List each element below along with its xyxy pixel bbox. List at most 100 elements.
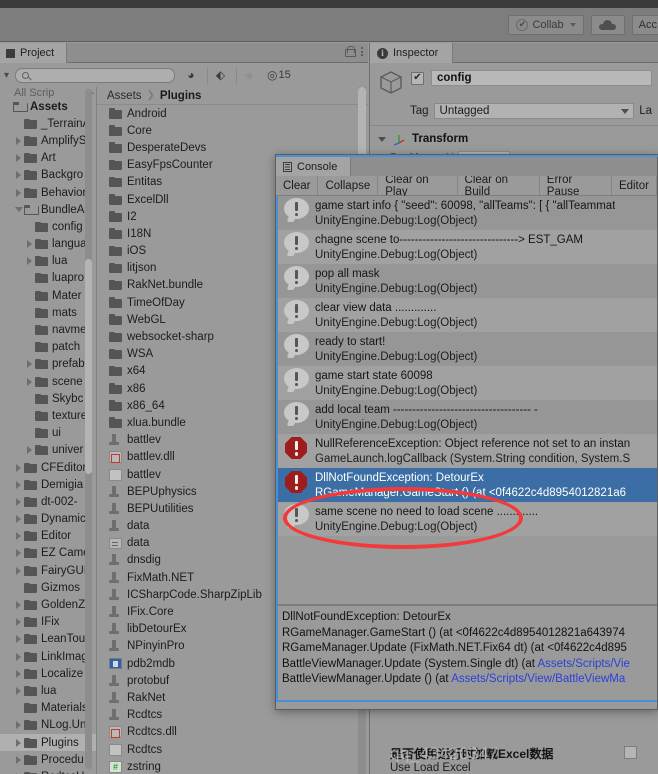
filter-by-type-button[interactable]: ◕: [178, 67, 204, 84]
tree-item-ui[interactable]: ui: [0, 425, 96, 442]
tree-item--terraina[interactable]: _TerrainA: [0, 115, 96, 132]
console-log-entry[interactable]: clear view data ............. UnityEngine…: [278, 298, 657, 332]
expand-arrow-icon[interactable]: [13, 601, 24, 610]
tree-item-dynamic[interactable]: Dynamic: [0, 511, 96, 528]
tree-item-prefab[interactable]: prefab: [0, 356, 96, 373]
expand-arrow-icon[interactable]: [13, 686, 24, 695]
tree-item-art[interactable]: Art: [0, 150, 96, 167]
tree-item-patch[interactable]: patch: [0, 339, 96, 356]
console-log-entry[interactable]: add local team -------------------------…: [278, 400, 657, 434]
tree-item-langua[interactable]: langua: [0, 236, 96, 253]
tree-item-goldenz[interactable]: GoldenZ: [0, 596, 96, 613]
expand-arrow-icon[interactable]: [24, 257, 35, 266]
expand-arrow-icon[interactable]: [13, 669, 24, 678]
stack-trace-link[interactable]: Assets/Scripts/Vie: [537, 658, 629, 670]
breadcrumb-root[interactable]: Assets: [107, 90, 142, 102]
hidden-packages-toggle[interactable]: ◎ 15: [265, 69, 291, 81]
collab-button[interactable]: ✔ Collab: [508, 14, 584, 35]
chevron-down-icon[interactable]: [378, 136, 386, 142]
tree-item-univer[interactable]: univer: [0, 442, 96, 459]
expand-arrow-icon[interactable]: [24, 360, 35, 369]
expand-arrow-icon[interactable]: [13, 497, 24, 506]
tree-item-nlog-un[interactable]: NLog.Un: [0, 717, 96, 734]
more-options-icon[interactable]: [361, 47, 363, 56]
expand-arrow-icon[interactable]: [13, 618, 24, 627]
search-input[interactable]: [15, 67, 176, 83]
tab-inspector[interactable]: i Inspector: [370, 43, 454, 63]
lock-icon[interactable]: [345, 46, 356, 57]
console-clear-on-build-button[interactable]: Clear on Build: [458, 174, 540, 198]
object-name-field[interactable]: config: [431, 70, 652, 86]
expand-arrow-icon[interactable]: [13, 154, 24, 163]
console-clear-button[interactable]: Clear: [276, 176, 319, 195]
expand-arrow-icon[interactable]: [13, 566, 24, 575]
console-detail-pane[interactable]: DllNotFoundException: DetourEx RGameManag…: [276, 604, 657, 702]
tree-item-localize[interactable]: Localize: [0, 665, 96, 682]
tree-item-plugins[interactable]: Plugins: [0, 733, 96, 752]
list-item[interactable]: Core: [97, 122, 368, 139]
expand-arrow-icon[interactable]: [24, 377, 35, 386]
tree-item-mater[interactable]: Mater: [0, 287, 96, 304]
tree-item-lua[interactable]: lua: [0, 682, 96, 699]
expand-arrow-icon[interactable]: [13, 652, 24, 661]
account-button[interactable]: Acc: [631, 14, 658, 35]
tree-item-leantou[interactable]: LeanTou: [0, 631, 96, 648]
console-log-entry[interactable]: chagne scene to-------------------------…: [278, 230, 657, 264]
tree-item-cfeditor[interactable]: CFEditor: [0, 459, 96, 476]
tree-scrollbar-thumb[interactable]: [85, 259, 92, 474]
tab-project[interactable]: Project: [0, 43, 68, 63]
tree-item-assets[interactable]: Assets: [0, 98, 96, 115]
tree-item-ifix[interactable]: IFix: [0, 614, 96, 631]
collapse-arrow-icon[interactable]: [13, 207, 24, 213]
project-folder-tree[interactable]: All Scrip Assets _TerrainA AmplifyS Art Back…: [0, 87, 96, 774]
expand-arrow-icon[interactable]: [13, 635, 24, 644]
expand-arrow-icon[interactable]: [13, 755, 24, 764]
tree-item-mats[interactable]: mats: [0, 304, 96, 321]
tab-console[interactable]: Console: [276, 157, 352, 176]
console-error-pause-button[interactable]: Error Pause: [540, 174, 612, 198]
tree-item-dt-002-[interactable]: dt-002-: [0, 493, 96, 510]
tree-item-fairygui[interactable]: FairyGUI: [0, 562, 96, 579]
tree-item-behavior[interactable]: Behavior: [0, 184, 96, 201]
list-item[interactable]: # zstring: [97, 758, 368, 774]
filter-by-label-button[interactable]: ⬖: [207, 66, 233, 84]
object-enabled-checkbox[interactable]: ✔: [411, 71, 424, 85]
tree-item-navme[interactable]: navme: [0, 321, 96, 338]
tree-item-procedu[interactable]: Procedu: [0, 751, 96, 768]
console-log-entry[interactable]: DllNotFoundException: DetourEx RGameManag…: [278, 468, 657, 502]
tree-item-linkimag[interactable]: LinkImag: [0, 648, 96, 665]
expand-arrow-icon[interactable]: [13, 721, 24, 730]
tree-item-gizmos[interactable]: Gizmos: [0, 579, 96, 596]
console-clear-on-play-button[interactable]: Clear on Play: [378, 174, 458, 198]
list-item[interactable]: Rcdtcs: [97, 741, 368, 758]
tree-item-ez-came[interactable]: EZ Came: [0, 545, 96, 562]
console-log-entry[interactable]: NullReferenceException: Object reference…: [278, 434, 657, 468]
console-log-entry[interactable]: ready to start! UnityEngine.Debug:Log(Obj…: [278, 332, 657, 366]
expand-arrow-icon[interactable]: [13, 549, 24, 558]
use-load-excel-checkbox[interactable]: [624, 746, 637, 759]
tree-item-rcdtcsu[interactable]: RcdtcsU: [0, 768, 96, 774]
tree-item-editor[interactable]: Editor: [0, 528, 96, 545]
expand-arrow-icon[interactable]: [13, 463, 24, 472]
console-log-entry[interactable]: pop all mask UnityEngine.Debug:Log(Object…: [278, 264, 657, 298]
favorites-dropdown[interactable]: ▾: [3, 70, 9, 81]
tree-item-scene[interactable]: scene: [0, 373, 96, 390]
console-editor-button[interactable]: Editor: [612, 176, 657, 195]
expand-arrow-icon[interactable]: [13, 532, 24, 541]
transform-component-header[interactable]: Transform: [370, 125, 658, 146]
tree-item-amplifys[interactable]: AmplifyS: [0, 132, 96, 149]
expand-arrow-icon[interactable]: [13, 188, 24, 197]
expand-arrow-icon[interactable]: [24, 446, 35, 455]
tree-item-lua[interactable]: lua: [0, 253, 96, 270]
tree-item-demigia[interactable]: Demigia: [0, 476, 96, 493]
console-log-entry[interactable]: same scene no need to load scene .......…: [278, 502, 657, 536]
tree-item-luapro[interactable]: luapro: [0, 270, 96, 287]
console-log-entry[interactable]: game start info { "seed": 60098, "allTea…: [278, 196, 657, 230]
tree-item-materials[interactable]: Materials: [0, 700, 96, 717]
expand-arrow-icon[interactable]: [13, 171, 24, 180]
expand-arrow-icon[interactable]: [13, 480, 24, 489]
console-collapse-button[interactable]: Collapse: [318, 176, 379, 195]
list-item[interactable]: Android: [97, 105, 368, 122]
tree-item-skybc[interactable]: Skybc: [0, 390, 96, 407]
tree-item-backgro[interactable]: Backgro: [0, 167, 96, 184]
